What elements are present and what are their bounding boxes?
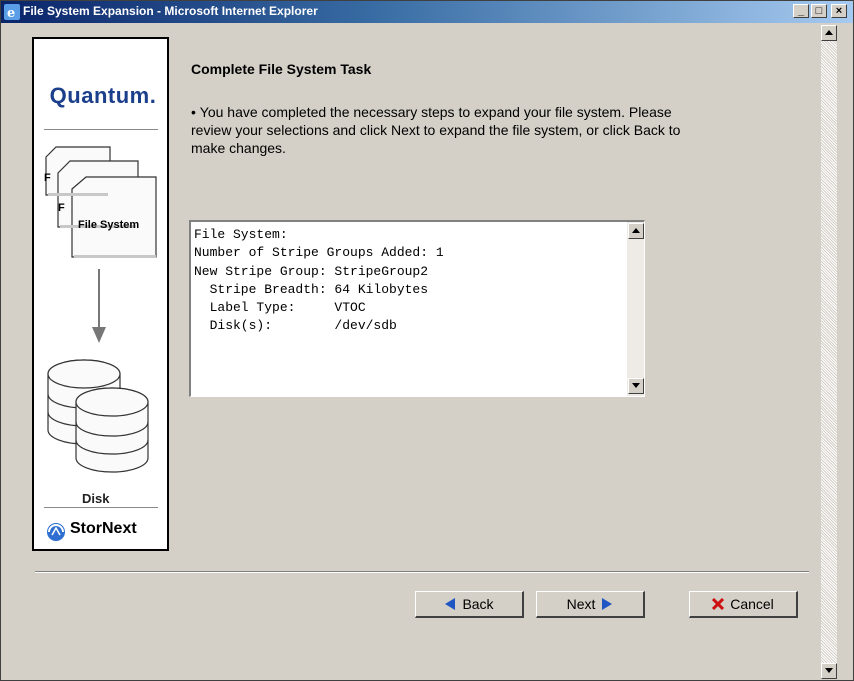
down-arrow-icon [825, 668, 833, 673]
summary-line: Disk(s): /dev/sdb [194, 318, 397, 334]
page-scrollbar[interactable] [821, 25, 837, 679]
red-x-icon [712, 598, 725, 610]
summary-scrollbar[interactable] [627, 222, 644, 396]
stornext-logo-text: StorNext [70, 520, 137, 537]
instructions-text: • You have completed the necessary steps… [191, 103, 711, 157]
file-system-icon: F F [44, 146, 157, 258]
quantum-logo: Quantum. [49, 83, 157, 108]
svg-text:e: e [7, 6, 15, 20]
file-system-label: File System [78, 219, 140, 231]
page-title: Complete File System Task [191, 61, 372, 77]
selection-summary-box[interactable]: File System: Number of Stripe Groups Adde… [189, 220, 645, 397]
back-button[interactable]: Back [415, 591, 524, 618]
stornext-logo-icon [47, 523, 65, 541]
summary-line: Number of Stripe Groups Added: 1 [194, 245, 444, 261]
summary-line: File System: [194, 227, 288, 242]
right-arrow-icon [602, 598, 613, 610]
cancel-button-label: Cancel [730, 596, 774, 612]
up-arrow-icon [632, 228, 640, 233]
internet-explorer-icon: e [4, 4, 20, 20]
bullet-icon: • [191, 104, 200, 120]
next-button[interactable]: Next [536, 591, 645, 618]
summary-line: Label Type: VTOC [194, 300, 366, 316]
down-flow-arrow-icon [92, 269, 106, 343]
minimize-button[interactable]: _ [793, 4, 809, 18]
close-button[interactable]: × [831, 4, 847, 18]
divider [44, 129, 158, 130]
disk-icon [47, 359, 149, 473]
disk-label: Disk [82, 491, 110, 506]
summary-text: File System: Number of Stripe Groups Adde… [191, 222, 626, 336]
up-arrow-icon [825, 30, 833, 35]
next-button-label: Next [566, 596, 596, 612]
title-bar[interactable]: e File System Expansion - Microsoft Inte… [1, 1, 853, 23]
divider [44, 507, 158, 508]
window-title: File System Expansion - Microsoft Intern… [23, 4, 318, 18]
svg-text:F: F [58, 202, 65, 214]
svg-text:F: F [44, 172, 51, 184]
summary-scroll-down-button[interactable] [628, 378, 644, 394]
footer-divider [35, 571, 809, 573]
summary-scroll-up-button[interactable] [628, 223, 644, 239]
scroll-up-button[interactable] [821, 25, 837, 41]
back-button-label: Back [462, 596, 494, 612]
scroll-down-button[interactable] [821, 663, 837, 679]
wizard-side-panel: Quantum. F F File System Disk StorNext [32, 37, 169, 551]
summary-line: New Stripe Group: StripeGroup2 [194, 263, 429, 279]
down-arrow-icon [632, 383, 640, 388]
summary-line: Stripe Breadth: 64 Kilobytes [194, 281, 429, 297]
browser-window: e File System Expansion - Microsoft Inte… [0, 0, 854, 681]
maximize-button[interactable]: □ [811, 4, 827, 18]
cancel-button[interactable]: Cancel [689, 591, 798, 618]
left-arrow-icon [445, 598, 456, 610]
instructions-body: You have completed the necessary steps t… [191, 104, 681, 156]
